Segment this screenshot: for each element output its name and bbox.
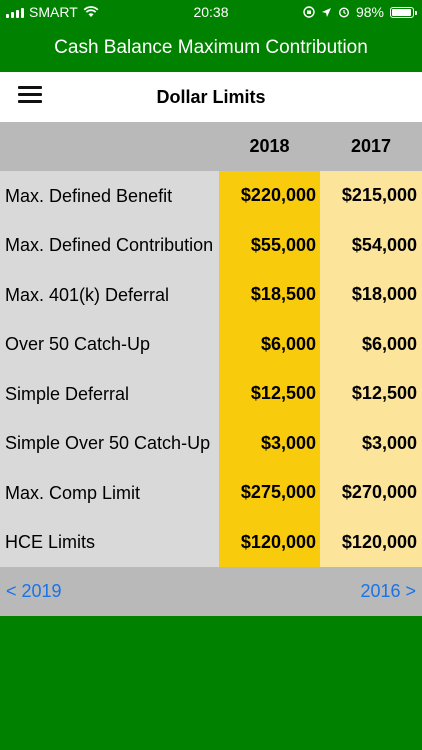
value-2018: $55,000: [250, 234, 316, 255]
row-label: Max. Defined Contribution: [5, 235, 214, 256]
row-label: Max. 401(k) Deferral: [5, 284, 170, 305]
status-right: 98%: [303, 4, 417, 20]
value-2017: $270,000: [341, 482, 417, 503]
column-header-2017: 2017: [350, 136, 392, 156]
column-header-2018: 2018: [249, 136, 290, 156]
battery-percent: 98%: [355, 4, 384, 20]
limits-table: 2018 2017 Max. Defined Benefit $220,000 …: [0, 122, 422, 567]
table-row: Over 50 Catch-Up $6,000 $6,000: [0, 320, 422, 370]
nav-bar: Dollar Limits: [0, 72, 422, 122]
row-label: Max. Defined Benefit: [5, 185, 173, 206]
table-row: Max. Defined Benefit $220,000 $215,000: [0, 171, 422, 221]
app-title: Cash Balance Maximum Contribution: [54, 37, 368, 58]
row-label: Over 50 Catch-Up: [5, 334, 151, 355]
table-row: Max. 401(k) Deferral $18,500 $18,000: [0, 270, 422, 320]
value-2018: $220,000: [240, 185, 316, 206]
table-row: Simple Deferral $12,500 $12,500: [0, 369, 422, 419]
value-2017: $54,000: [351, 234, 417, 255]
row-label: Simple Deferral: [5, 383, 130, 404]
row-label: Max. Comp Limit: [5, 482, 141, 503]
location-icon: [321, 7, 331, 17]
table-row: Max. Comp Limit $275,000 $270,000: [0, 468, 422, 518]
page-title: Dollar Limits: [156, 86, 266, 107]
hamburger-menu-icon[interactable]: [18, 86, 42, 106]
value-2017: $6,000: [361, 333, 417, 354]
year-pager: < 2019 2016 >: [0, 567, 422, 616]
value-2018: $275,000: [240, 482, 316, 503]
table-row: HCE Limits $120,000 $120,000: [0, 518, 422, 568]
value-2018: $6,000: [260, 333, 316, 354]
value-2018: $3,000: [260, 432, 316, 453]
value-2017: $18,000: [351, 284, 417, 305]
value-2018: $18,500: [250, 284, 316, 305]
table-header: 2018 2017: [0, 122, 422, 171]
value-2018: $120,000: [240, 531, 316, 552]
status-bar: SMART 20:38 98%: [0, 0, 422, 24]
next-year-link[interactable]: 2016 >: [360, 581, 416, 602]
battery-icon: [390, 6, 417, 18]
value-2017: $3,000: [361, 432, 417, 453]
row-label: HCE Limits: [5, 532, 96, 553]
value-2017: $12,500: [351, 383, 417, 404]
row-label: Simple Over 50 Catch-Up: [5, 433, 211, 454]
value-2017: $215,000: [341, 185, 417, 206]
orientation-lock-icon: [303, 6, 315, 18]
alarm-icon: [338, 7, 349, 18]
table-row: Max. Defined Contribution $55,000 $54,00…: [0, 221, 422, 271]
table-row: Simple Over 50 Catch-Up $3,000 $3,000: [0, 419, 422, 469]
value-2018: $12,500: [250, 383, 316, 404]
value-2017: $120,000: [341, 531, 417, 552]
prev-year-link[interactable]: < 2019: [6, 581, 62, 602]
